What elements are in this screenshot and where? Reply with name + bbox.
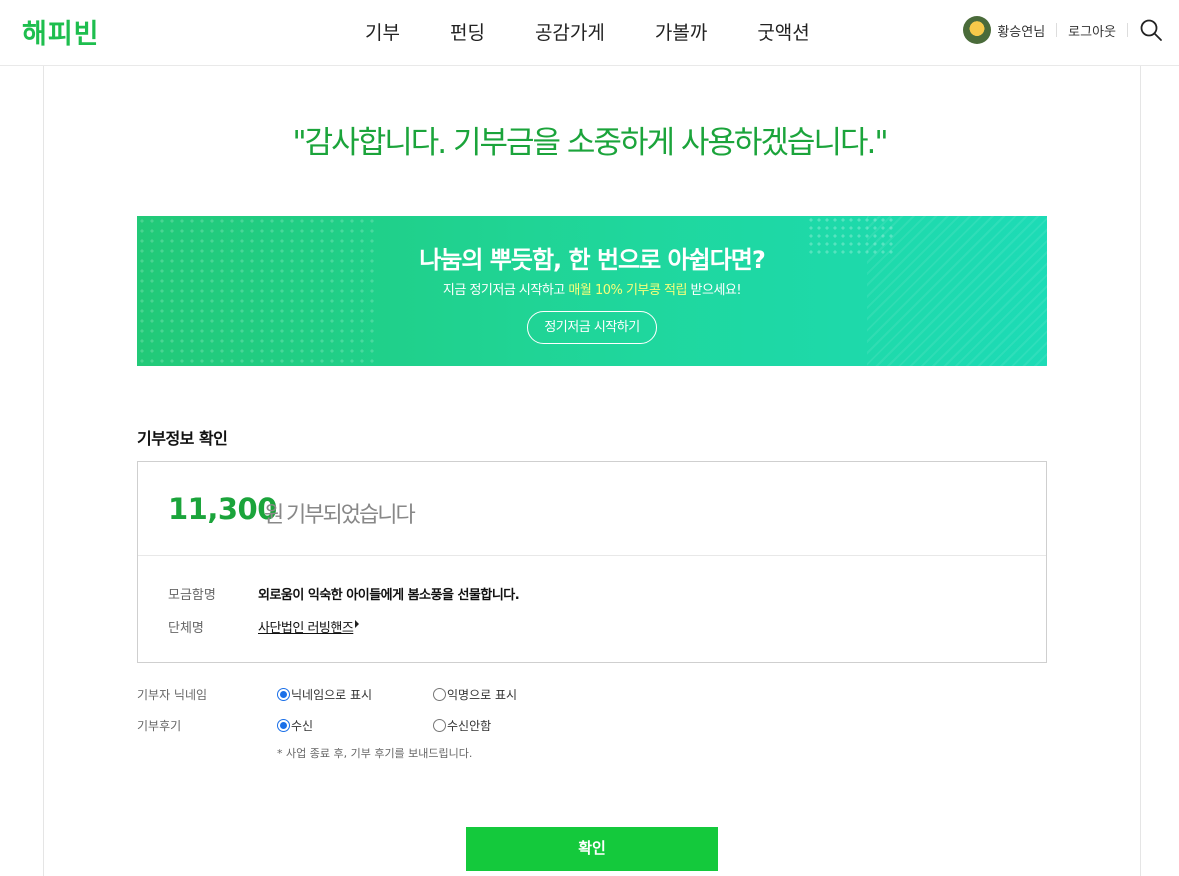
- top-header: 해피빈 기부 펀딩 공감가게 가볼까 굿액션 황승연님 로그아웃: [0, 0, 1179, 66]
- search-icon[interactable]: [1139, 18, 1163, 42]
- radio-unchecked-icon[interactable]: [433, 719, 446, 732]
- logout-link[interactable]: 로그아웃: [1068, 21, 1116, 40]
- banner-title: 나눔의 뿌듯함, 한 번으로 아쉽다면?: [419, 246, 766, 274]
- radio-label: 익명으로 표시: [447, 688, 518, 702]
- banner-highlight-text: 매월 10% 기부콩 적립: [568, 283, 687, 298]
- radio-label: 닉네임으로 표시: [291, 688, 373, 702]
- main-nav: 기부 펀딩 공감가게 가볼까 굿액션: [365, 18, 860, 45]
- radio-review-decline[interactable]: 수신안함: [433, 717, 491, 734]
- user-nickname[interactable]: 황승연님: [997, 21, 1045, 40]
- start-savings-button[interactable]: 정기저금 시작하기: [527, 311, 657, 344]
- confirm-button[interactable]: 확인: [466, 827, 718, 871]
- divider: [1056, 23, 1058, 37]
- radio-anonymous-display[interactable]: 익명으로 표시: [433, 686, 517, 703]
- radio-checked-icon[interactable]: [277, 688, 290, 701]
- review-option-label: 기부후기: [137, 719, 182, 733]
- org-label: 단체명: [168, 621, 204, 636]
- review-note: * 사업 종료 후, 기부 후기를 보내드립니다.: [277, 747, 473, 760]
- org-link[interactable]: 사단법인 러빙핸즈: [258, 617, 354, 636]
- radio-checked-icon[interactable]: [277, 719, 290, 732]
- amount-unit: 원: [264, 503, 284, 528]
- radio-review-receive[interactable]: 수신: [277, 717, 313, 734]
- arrow-right-icon: [355, 620, 359, 628]
- section-title: 기부정보 확인: [137, 429, 228, 448]
- campaign-name: 외로움이 익숙한 아이들에게 봄소풍을 선물합니다.: [258, 588, 520, 603]
- happybean-logo[interactable]: 해피빈: [22, 12, 100, 51]
- nav-item-visit[interactable]: 가볼까: [655, 18, 707, 45]
- nav-item-donate[interactable]: 기부: [365, 18, 400, 45]
- nav-item-funding[interactable]: 펀딩: [450, 18, 485, 45]
- campaign-label: 모금함명: [168, 588, 216, 603]
- user-utility: 황승연님 로그아웃: [963, 14, 1163, 46]
- avatar[interactable]: [963, 16, 992, 44]
- radio-nickname-display[interactable]: 닉네임으로 표시: [277, 686, 372, 703]
- amount-message: 기부되었습니다: [286, 503, 416, 528]
- amount-row: 11,300 원 기부되었습니다: [138, 462, 1046, 556]
- banner-subtitle: 지금 정기저금 시작하고 매월 10% 기부콩 적립 받으세요!: [0, 279, 1179, 298]
- thanks-message: "감사합니다. 기부금을 소중하게 사용하겠습니다.": [292, 125, 888, 161]
- radio-unchecked-icon[interactable]: [433, 688, 446, 701]
- nav-item-good-action[interactable]: 굿액션: [757, 18, 809, 45]
- radio-label: 수신: [291, 719, 314, 733]
- divider: [1127, 23, 1128, 37]
- radio-label: 수신안함: [447, 719, 492, 733]
- nav-item-store[interactable]: 공감가게: [535, 18, 605, 45]
- banner-sub-prefix: 지금 정기저금 시작하고: [442, 283, 569, 298]
- donation-amount: 11,300: [168, 492, 277, 526]
- banner-sub-suffix: 받으세요!: [686, 283, 742, 298]
- nickname-option-label: 기부자 닉네임: [137, 688, 208, 702]
- banner-highlight: 매월 10% 기부콩 적립: [568, 283, 687, 298]
